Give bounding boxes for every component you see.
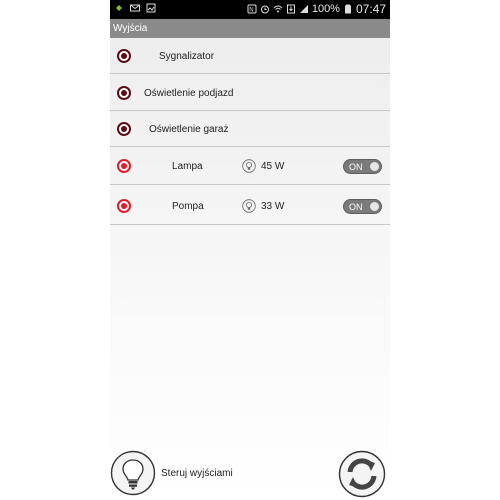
- status-indicator: [117, 86, 131, 100]
- output-row-oswietlenie-podjazd[interactable]: Oświetlenie podjazd: [110, 74, 390, 111]
- output-label: Oświetlenie podjazd: [144, 88, 234, 99]
- power-value: 33 W: [261, 201, 285, 212]
- status-left-icons: [114, 3, 156, 13]
- refresh-icon[interactable]: [338, 450, 386, 498]
- status-indicator: [117, 49, 131, 63]
- android-icon: [116, 5, 122, 11]
- nfc-icon: N: [247, 4, 257, 14]
- phone-screen: N 100% 07:47 Wyjścia Sygnalizator Oświet…: [110, 0, 390, 500]
- mail-icon: [130, 4, 140, 12]
- output-row-pompa[interactable]: Pompa 33 W ON: [110, 185, 390, 225]
- alarm-icon: [260, 5, 269, 14]
- output-row-oswietlenie-garaz[interactable]: Oświetlenie garaż: [110, 111, 390, 147]
- output-toggle[interactable]: ON: [343, 159, 382, 174]
- bulb-icon: [242, 159, 256, 173]
- page-title: Wyjścia: [110, 19, 390, 38]
- output-label: Oświetlenie garaż: [149, 124, 229, 135]
- output-toggle[interactable]: ON: [343, 199, 382, 214]
- status-right: N 100% 07:47: [247, 2, 386, 16]
- status-bar: N 100% 07:47: [110, 0, 390, 19]
- toggle-label: ON: [349, 162, 363, 172]
- control-outputs-label[interactable]: Steruj wyjściami: [161, 468, 233, 479]
- output-label: Lampa: [172, 161, 203, 172]
- status-indicator: [117, 199, 131, 213]
- signal-icon: [299, 5, 308, 13]
- power-value: 45 W: [261, 161, 285, 172]
- control-outputs-button[interactable]: [110, 450, 156, 496]
- wifi-icon: [273, 5, 283, 13]
- status-indicator: [117, 159, 131, 173]
- clock: 07:47: [355, 2, 386, 16]
- output-row-sygnalizator[interactable]: Sygnalizator: [110, 38, 390, 74]
- battery-percent: 100%: [311, 3, 340, 15]
- output-label: Sygnalizator: [159, 51, 215, 62]
- image-icon: [146, 3, 156, 13]
- output-row-lampa[interactable]: Lampa 45 W ON: [110, 147, 390, 185]
- toggle-label: ON: [349, 202, 363, 212]
- bulb-icon: [242, 199, 256, 213]
- download-icon: [286, 4, 295, 14]
- toggle-knob: [370, 162, 379, 171]
- svg-text:N: N: [249, 8, 253, 14]
- status-indicator: [117, 122, 131, 136]
- toggle-knob: [370, 202, 379, 211]
- output-label: Pompa: [172, 201, 204, 212]
- battery-icon: [344, 4, 351, 14]
